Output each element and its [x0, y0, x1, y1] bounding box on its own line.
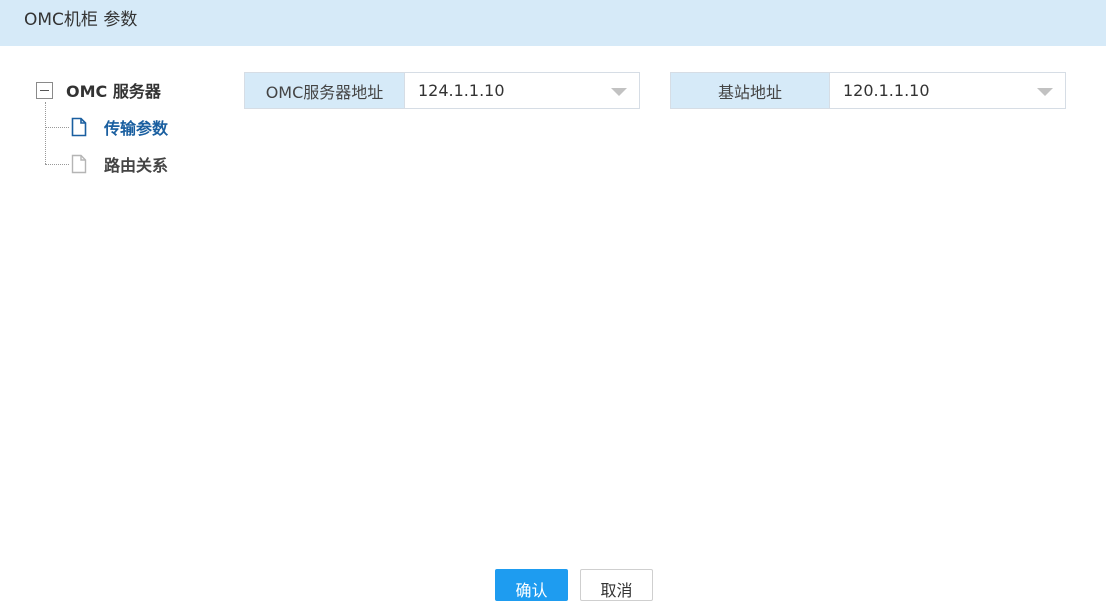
omc-server-address-field: OMC服务器地址 124.1.1.10 — [244, 72, 640, 109]
confirm-button[interactable]: 确认 — [495, 569, 568, 601]
base-station-address-select[interactable]: 120.1.1.10 — [830, 73, 1065, 108]
collapse-icon[interactable] — [36, 81, 53, 99]
tree-item-label: 路由关系 — [104, 156, 169, 175]
base-station-address-value: 120.1.1.10 — [843, 81, 930, 100]
tree-root-label: OMC 服务器 — [66, 82, 161, 101]
tree-item-transmission-params[interactable]: 传输参数 — [70, 116, 168, 138]
tree-connector — [45, 164, 69, 165]
document-icon — [71, 117, 87, 137]
tree-connector — [45, 102, 46, 164]
omc-server-address-select[interactable]: 124.1.1.10 — [405, 73, 639, 108]
chevron-down-icon[interactable] — [1037, 88, 1053, 96]
chevron-down-icon[interactable] — [611, 88, 627, 96]
dialog-title: OMC机柜 参数 — [24, 10, 138, 30]
tree-item-label: 传输参数 — [104, 119, 169, 138]
tree-connector — [45, 127, 69, 128]
omc-server-address-value: 124.1.1.10 — [418, 81, 505, 100]
omc-server-address-label: OMC服务器地址 — [245, 73, 405, 108]
document-icon — [71, 154, 87, 174]
dialog-header: OMC机柜 参数 — [0, 0, 1106, 46]
base-station-address-label: 基站地址 — [671, 73, 830, 108]
tree-root-omc-server[interactable]: OMC 服务器 — [36, 80, 161, 101]
base-station-address-field: 基站地址 120.1.1.10 — [670, 72, 1066, 109]
tree-item-routing[interactable]: 路由关系 — [70, 153, 168, 175]
cancel-button[interactable]: 取消 — [580, 569, 653, 601]
